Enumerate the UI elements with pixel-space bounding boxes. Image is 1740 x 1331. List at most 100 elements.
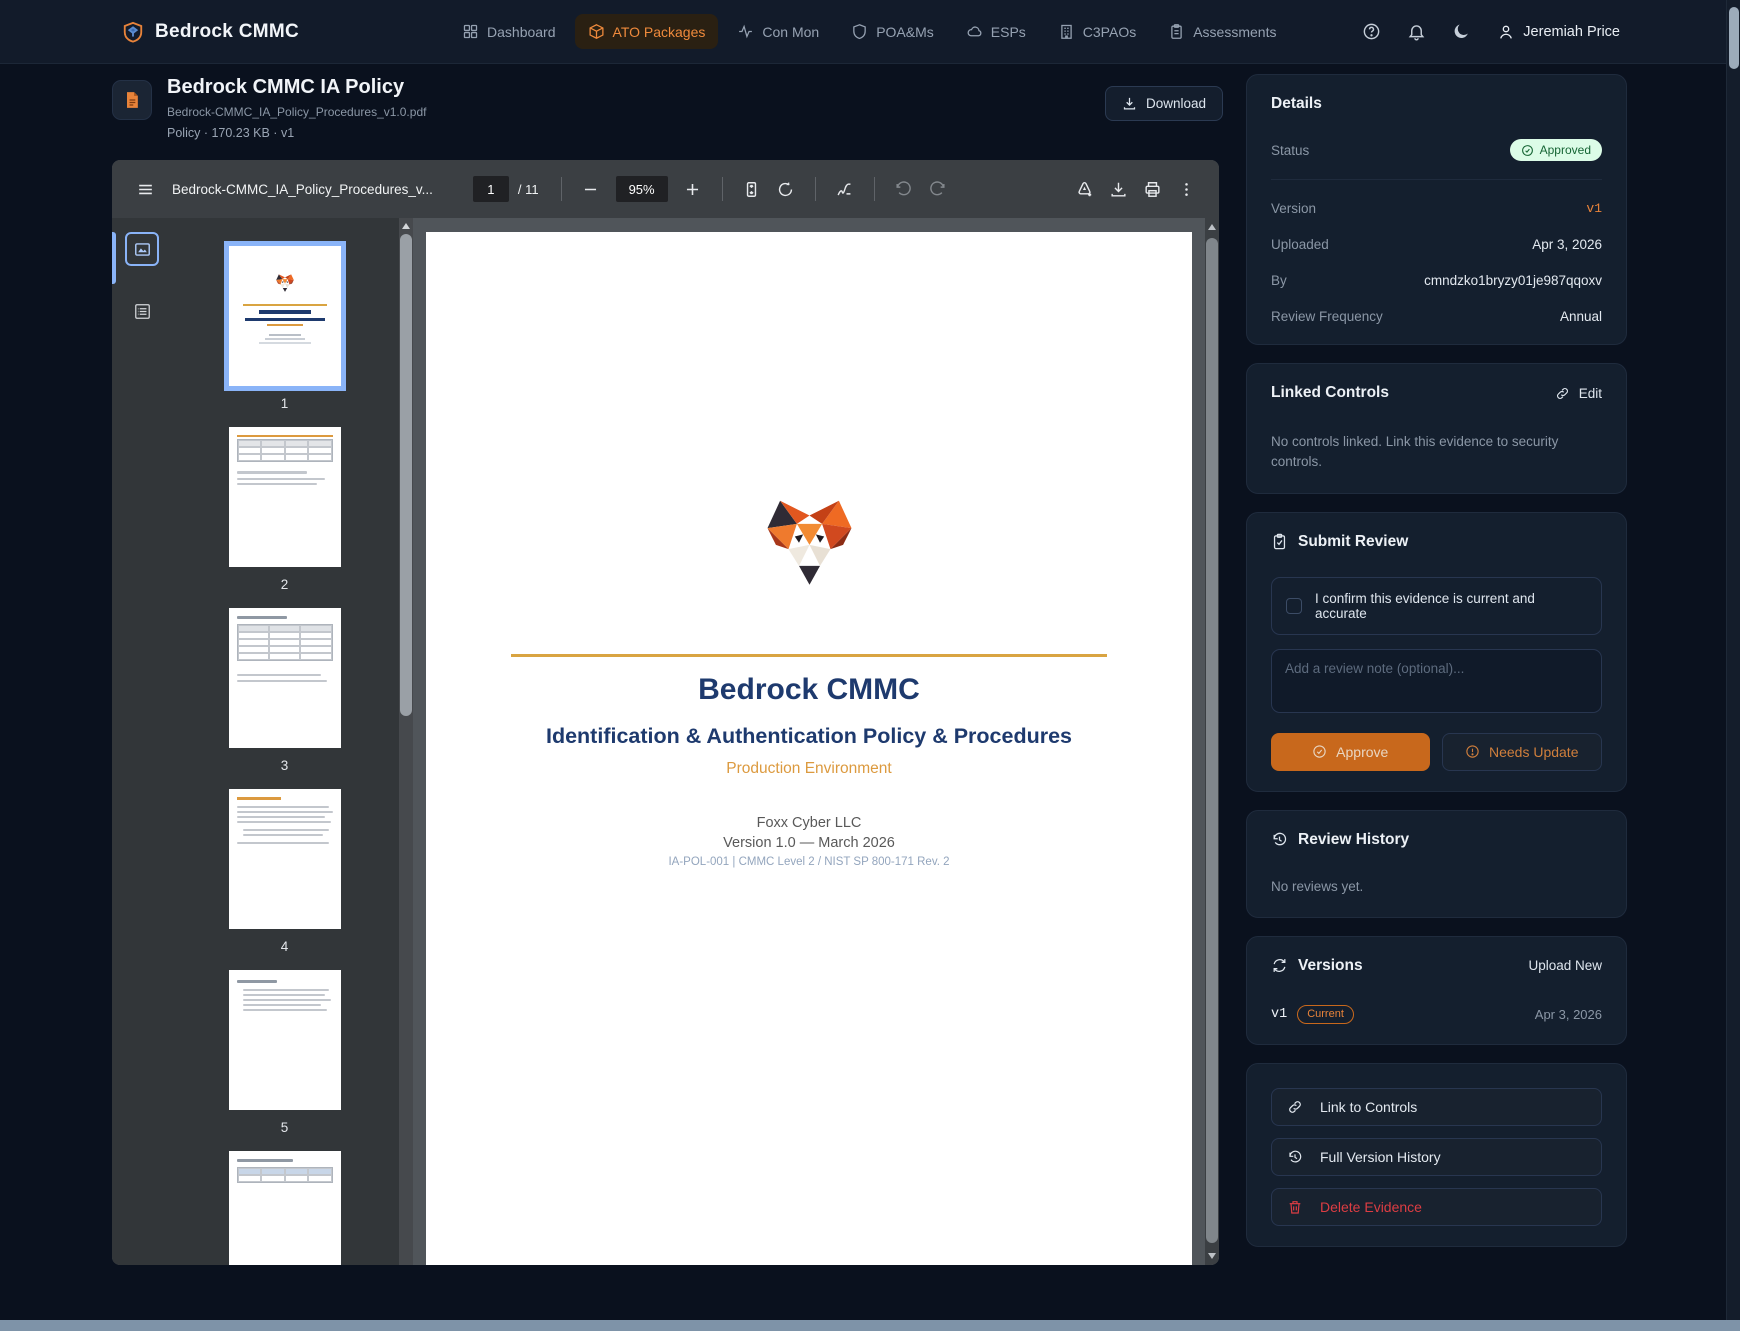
document-scrollbar[interactable]: [1205, 218, 1219, 1265]
nav-item-esps[interactable]: ESPs: [953, 14, 1039, 49]
cloud-icon: [967, 26, 982, 37]
alert-circle-icon: [1466, 745, 1479, 758]
delete-evidence-button[interactable]: Delete Evidence: [1271, 1187, 1602, 1226]
review-note-input[interactable]: [1271, 648, 1602, 713]
nav-item-c3paos[interactable]: C3PAOs: [1045, 14, 1149, 49]
review-history-title: Review History: [1298, 830, 1410, 848]
confirm-label: I confirm this evidence is current and a…: [1315, 590, 1535, 621]
doc-id-line: IA-POL-001 | CMMC Level 2 / NIST SP 800-…: [668, 856, 950, 868]
details-card: Details Status Approved Version v1 Uploa…: [1246, 74, 1627, 345]
confirm-row[interactable]: I confirm this evidence is current and a…: [1271, 576, 1602, 635]
submit-review-title: Submit Review: [1298, 532, 1409, 550]
user-menu[interactable]: Jeremiah Price: [1497, 23, 1620, 41]
add-watermark-icon[interactable]: [1067, 172, 1101, 206]
nav-label: Assessments: [1193, 23, 1277, 40]
page-number-input[interactable]: 1: [472, 176, 509, 202]
version-row[interactable]: v1 Current Apr 3, 2026: [1271, 1004, 1602, 1024]
nav-item-poams[interactable]: POA&Ms: [838, 14, 947, 49]
versions-cycle-icon: [1273, 959, 1286, 973]
pdf-toolbar-title: Bedrock-CMMC_IA_Policy_Procedures_v...: [172, 181, 433, 197]
user-name: Jeremiah Price: [1523, 23, 1620, 40]
outline-view-icon[interactable]: [125, 294, 159, 328]
file-badge: [112, 80, 152, 120]
detail-value-uploaded: Apr 3, 2026: [1532, 237, 1602, 252]
page-thumbnail-1[interactable]: 1: [223, 241, 346, 411]
dashboard-icon: [463, 24, 478, 39]
print-icon[interactable]: [1135, 172, 1169, 206]
thumbnail-page-number: 2: [280, 577, 289, 592]
dark-mode-moon-icon[interactable]: [1452, 22, 1471, 41]
status-label: Status: [1271, 142, 1310, 158]
nav-item-ato-packages[interactable]: ATO Packages: [574, 14, 719, 49]
review-history-empty-text: No reviews yet.: [1271, 878, 1364, 894]
fox-logo-small: [275, 274, 294, 292]
nav-right: Jeremiah Price: [1362, 22, 1620, 41]
edit-linked-controls-button[interactable]: Edit: [1555, 386, 1602, 401]
page-thumbnail-6[interactable]: [228, 1151, 341, 1265]
undo-icon[interactable]: [887, 172, 921, 206]
toolbar-divider: [721, 177, 723, 201]
nav-label: Con Mon: [762, 23, 820, 40]
quick-actions-card: Link to Controls Full Version History De…: [1246, 1062, 1627, 1247]
more-options-icon[interactable]: [1169, 172, 1203, 206]
status-badge: Approved: [1509, 139, 1602, 161]
approve-button[interactable]: Approve: [1271, 732, 1430, 771]
history-icon: [1273, 832, 1287, 846]
thumbnail-page-number: 5: [280, 1120, 289, 1135]
nav-label: C3PAOs: [1082, 23, 1137, 40]
page-horizontal-scrollbar[interactable]: [0, 1320, 1740, 1331]
fit-page-icon[interactable]: [735, 172, 769, 206]
upload-new-button[interactable]: Upload New: [1528, 958, 1602, 973]
app-root: Bedrock CMMC Dashboard ATO Packages Con …: [0, 0, 1740, 1331]
page-thumbnail-5[interactable]: 5: [228, 970, 341, 1135]
full-version-history-button[interactable]: Full Version History: [1271, 1137, 1602, 1176]
nav-item-con-mon[interactable]: Con Mon: [724, 14, 832, 49]
building-icon: [1061, 24, 1072, 39]
trash-icon: [1289, 1200, 1301, 1214]
thumbnails-view-icon[interactable]: [125, 232, 159, 266]
nav-label: ESPs: [990, 23, 1026, 40]
menu-icon[interactable]: [128, 172, 162, 206]
detail-label: Review Frequency: [1271, 309, 1383, 324]
nav-item-assessments[interactable]: Assessments: [1155, 14, 1289, 49]
nav-items: Dashboard ATO Packages Con Mon POA&Ms ES…: [449, 14, 1289, 49]
nav-label: POA&Ms: [876, 23, 934, 40]
needs-update-button[interactable]: Needs Update: [1441, 732, 1602, 771]
page-title: Bedrock CMMC IA Policy: [167, 76, 405, 98]
activity-icon: [739, 24, 753, 39]
review-history-card: Review History No reviews yet.: [1246, 809, 1627, 918]
bell-icon[interactable]: [1407, 22, 1426, 41]
check-circle-icon: [1521, 144, 1533, 156]
version-date: Apr 3, 2026: [1534, 1006, 1602, 1022]
download-button[interactable]: Download: [1105, 86, 1224, 121]
link-to-controls-button[interactable]: Link to Controls: [1271, 1087, 1602, 1126]
nav-label: ATO Packages: [612, 23, 706, 40]
versions-card: Versions Upload New v1 Current Apr 3, 20…: [1246, 935, 1627, 1045]
rotate-icon[interactable]: [769, 172, 803, 206]
thumbnail-scrollbar[interactable]: [399, 218, 413, 1265]
status-value: Approved: [1539, 143, 1591, 157]
detail-value-by: cmndzko1bryzy01je987qqoxv: [1424, 273, 1602, 288]
page-vertical-scrollbar[interactable]: [1726, 0, 1740, 1320]
doc-title: Bedrock CMMC: [698, 673, 920, 706]
annotate-pen-icon[interactable]: [828, 172, 862, 206]
download-icon: [1123, 97, 1136, 110]
current-badge: Current: [1297, 1004, 1354, 1024]
redo-icon[interactable]: [921, 172, 955, 206]
zoom-out-icon[interactable]: [574, 172, 608, 206]
nav-item-dashboard[interactable]: Dashboard: [449, 14, 569, 49]
page-thumbnail-4[interactable]: 4: [228, 789, 341, 954]
history-icon: [1289, 1150, 1302, 1163]
link-icon: [1556, 387, 1568, 399]
page-thumbnail-3[interactable]: 3: [228, 608, 341, 773]
document-icon: [127, 92, 138, 108]
help-icon[interactable]: [1362, 22, 1381, 41]
thumbnail-page-number: 3: [280, 758, 289, 773]
confirm-checkbox[interactable]: [1286, 597, 1302, 614]
download-file-icon[interactable]: [1101, 172, 1135, 206]
page-thumbnail-2[interactable]: 2: [228, 427, 341, 592]
zoom-in-icon[interactable]: [676, 172, 710, 206]
action-label: Delete Evidence: [1320, 1198, 1422, 1215]
detail-value-version: v1: [1586, 201, 1602, 216]
brand[interactable]: Bedrock CMMC: [122, 20, 299, 44]
